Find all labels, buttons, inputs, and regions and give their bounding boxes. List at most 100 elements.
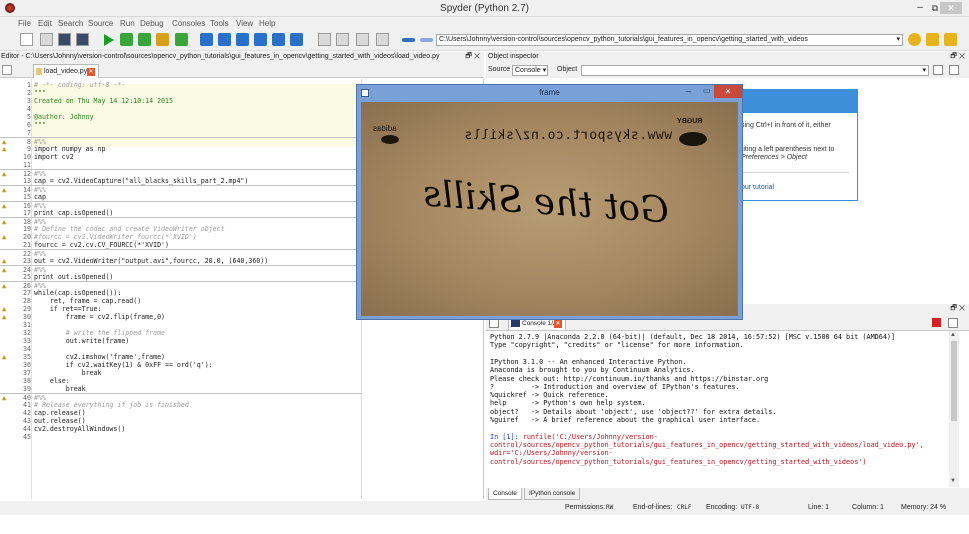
scroll-down-icon[interactable]: ▼ (950, 478, 956, 484)
close-button[interactable]: ✕ (940, 2, 962, 14)
browse-tabs-icon[interactable] (2, 65, 12, 75)
code-text: @author: Johnny (34, 113, 94, 121)
run-cell-advance-icon[interactable] (156, 33, 169, 46)
video-frame-image: adidas www.skysport.co.nz/skills RUGBY G… (361, 102, 738, 316)
line-number: 3 (27, 97, 31, 105)
fullscreen-icon[interactable] (336, 33, 349, 46)
console-text: %guiref -> A brief reference about the g… (490, 416, 761, 424)
save-icon[interactable] (58, 33, 71, 46)
run-icon[interactable] (104, 34, 114, 46)
memory-indicator: Memory: 24 % (901, 504, 947, 511)
parent-directory-icon[interactable] (944, 33, 957, 46)
line-number: 44 (23, 425, 31, 433)
browse-folder-icon[interactable] (908, 33, 921, 46)
code-line: 33 out.write(frame) (0, 337, 361, 345)
code-text: ret, frame = cap.read() (34, 297, 142, 305)
editor-path: Editor - C:\Users\Johnny\version-control… (1, 53, 440, 60)
inspector-options-icon[interactable] (949, 65, 959, 75)
tab-ipython-console[interactable]: IPython console (524, 488, 581, 500)
step-icon[interactable] (218, 33, 231, 46)
menu-file[interactable]: File (18, 19, 31, 28)
chevron-down-icon[interactable]: ▾ (896, 35, 900, 45)
run-file-icon[interactable] (120, 33, 133, 46)
editor-pane-controls[interactable]: 🗗 ✕ (465, 52, 480, 62)
console-options-icon[interactable] (948, 318, 958, 328)
menu-debug[interactable]: Debug (140, 19, 164, 28)
frame-minimize-button[interactable]: – (686, 86, 691, 96)
code-line: 19 # Define the codec and create VideoWri… (0, 225, 361, 233)
line-number: 35 (23, 353, 31, 361)
console-scrollbar[interactable]: ▲ ▼ (949, 331, 959, 487)
code-line: 15 cap (0, 193, 361, 201)
code-text: print cap.isOpened() (34, 209, 114, 217)
line-number: 37 (23, 369, 31, 377)
close-tab-icon[interactable]: ✕ (554, 320, 562, 328)
line-number: 11 (23, 161, 31, 169)
ipython-console-output[interactable]: Python 2.7.9 |Anaconda 2.2.0 (64-bit)| (… (486, 331, 959, 487)
step-return-icon[interactable] (254, 33, 267, 46)
line-number: 6 (27, 121, 31, 129)
eol-label: End-of-lines: (633, 504, 673, 511)
continue-icon[interactable] (272, 33, 285, 46)
object-input[interactable]: ▾ (581, 65, 929, 76)
debug-icon[interactable] (200, 33, 213, 46)
set-pythonpath-icon[interactable] (926, 33, 939, 46)
menu-source[interactable]: Source (88, 19, 113, 28)
code-line: 3 Created on Thu May 14 12:10:14 2015 (0, 97, 361, 105)
code-line: ▲ 18 #%% (0, 217, 361, 226)
line-number: 20 (23, 233, 31, 241)
python-path-icon[interactable] (376, 33, 389, 46)
chevron-down-icon[interactable]: ▾ (922, 66, 926, 75)
frame-window-titlebar[interactable]: frame – ▭ ✕ (357, 85, 742, 101)
frame-maximize-button[interactable]: ▭ (703, 86, 711, 95)
source-select[interactable]: Console ▾ (512, 65, 548, 76)
stop-kernel-icon[interactable] (932, 318, 941, 327)
maximize-button[interactable]: ⧉ (930, 2, 940, 14)
run-selection-icon[interactable] (175, 33, 188, 46)
opencv-frame-window[interactable]: frame – ▭ ✕ adidas www.skysport.co.nz/sk… (356, 84, 743, 320)
scroll-up-icon[interactable]: ▲ (950, 332, 956, 338)
menu-edit[interactable]: Edit (38, 19, 52, 28)
preferences-icon[interactable] (356, 33, 369, 46)
menu-search[interactable]: Search (58, 19, 83, 28)
tutorial-link[interactable]: our tutorial (741, 184, 774, 191)
code-line: 2 """ (0, 89, 361, 97)
step-into-icon[interactable] (236, 33, 249, 46)
console-prompt: In [1]: (490, 433, 523, 441)
column-indicator: Column: 1 (852, 504, 884, 511)
working-directory-input[interactable]: C:\Users\Johnny\version-control\sources\… (436, 34, 903, 46)
menu-view[interactable]: View (236, 19, 253, 28)
save-all-icon[interactable] (76, 33, 89, 46)
line-number: 4 (27, 105, 31, 113)
console-text: Python 2.7.9 |Anaconda 2.2.0 (64-bit)| (… (490, 333, 896, 341)
tab-console[interactable]: Console (488, 488, 522, 500)
back-arrow-icon[interactable] (402, 38, 415, 42)
stop-debug-icon[interactable] (290, 33, 303, 46)
menu-tools[interactable]: Tools (210, 19, 229, 28)
lock-icon[interactable] (933, 65, 943, 75)
menu-consoles[interactable]: Consoles (172, 19, 205, 28)
code-line: ▲ 29 if ret==True: (0, 305, 361, 313)
encoding-value: UTF-8 (741, 504, 760, 511)
frame-close-button[interactable]: ✕ (714, 85, 742, 98)
run-cell-icon[interactable] (138, 33, 151, 46)
menu-help[interactable]: Help (259, 19, 275, 28)
inspector-title: Object inspector (488, 53, 539, 60)
code-text: # Define the codec and create VideoWrite… (34, 225, 225, 233)
inspector-pane-controls[interactable]: 🗗 ✕ (950, 52, 965, 62)
console-text: %quickref -> Quick reference. (490, 391, 609, 399)
minimize-button[interactable]: – (913, 2, 927, 14)
new-file-icon[interactable] (20, 33, 33, 46)
forward-arrow-icon[interactable] (420, 38, 433, 42)
maximize-pane-icon[interactable] (318, 33, 331, 46)
close-tab-icon[interactable]: ✕ (87, 68, 95, 76)
line-number: 13 (23, 177, 31, 185)
line-number: 43 (23, 417, 31, 425)
tab-load-video[interactable]: load_video.py ✕ (33, 64, 99, 78)
open-file-icon[interactable] (40, 33, 53, 46)
inspector-help-box: sing Ctrl+I in front of it, either ritin… (730, 89, 858, 201)
scrollbar-thumb[interactable] (951, 341, 957, 421)
line-number: 41 (23, 401, 31, 409)
menu-run[interactable]: Run (120, 19, 135, 28)
line-number: 39 (23, 385, 31, 393)
